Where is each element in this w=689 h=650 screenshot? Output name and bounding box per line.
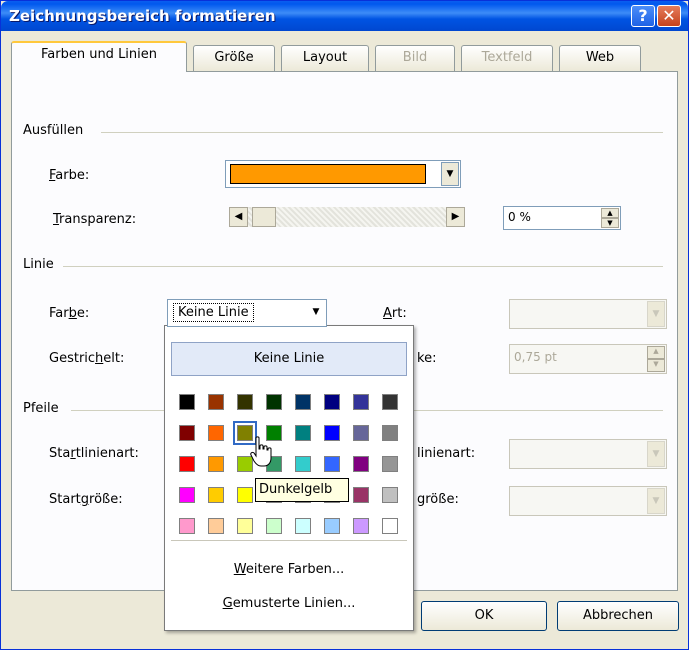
line-weight-label: ke: [417,351,437,366]
color-swatch[interactable] [266,518,282,534]
popup-divider [171,540,407,541]
color-swatch[interactable] [179,394,195,410]
tab-farben-und-linien[interactable]: Farben und Linien [11,41,187,72]
close-button[interactable]: ✕ [657,5,681,27]
line-style-select[interactable]: ▼ [509,299,667,329]
tab-groesse[interactable]: Größe [193,45,275,71]
line-style-label: Art: [383,306,407,321]
dialog-title: Zeichnungsbereich formatieren [9,7,276,25]
tab-textfeld[interactable]: Textfeld [461,45,553,71]
color-swatch[interactable] [324,425,340,441]
patterned-lines-item[interactable]: Gemusterte Linien... [165,596,413,611]
tab-layout[interactable]: Layout [281,45,369,71]
chevron-down-icon[interactable]: ▼ [647,488,665,514]
color-swatch[interactable] [179,425,195,441]
ok-button[interactable]: OK [421,601,547,631]
end-size-select[interactable]: ▼ [509,486,667,516]
line-color-label: Farbe: [49,306,90,321]
end-size-label: größe: [417,492,459,507]
line-weight-spin[interactable]: 0,75 pt ▲ ▼ [509,344,667,374]
no-line-button[interactable]: Keine Linie [171,342,407,376]
color-swatch[interactable] [382,518,398,534]
line-color-value: Keine Linie [173,303,254,322]
start-type-label: Startlinienart: [49,446,139,461]
color-swatch[interactable] [382,394,398,410]
fill-color-swatch [230,164,426,184]
chevron-down-icon[interactable]: ▼ [647,441,665,467]
color-swatch[interactable] [237,487,253,503]
color-swatch[interactable] [353,487,369,503]
color-swatch[interactable] [353,518,369,534]
chevron-down-icon[interactable]: ▼ [307,301,325,325]
color-swatch[interactable] [353,425,369,441]
transparency-spin[interactable]: 0 % ▲ ▼ [503,206,621,230]
more-colors-item[interactable]: Weitere Farben... [165,562,413,577]
cancel-button[interactable]: Abbrechen [557,601,679,631]
spin-buttons[interactable]: ▲ ▼ [647,346,665,372]
color-swatch[interactable] [208,456,224,472]
color-swatch[interactable] [353,394,369,410]
format-dialog: Zeichnungsbereich formatieren ? ✕ Farben… [0,0,689,650]
color-swatch[interactable] [324,456,340,472]
help-button[interactable]: ? [631,5,655,27]
slider-track[interactable] [248,207,446,227]
chevron-down-icon[interactable]: ▼ [441,162,459,186]
color-swatch[interactable] [353,456,369,472]
color-swatch[interactable] [179,487,195,503]
color-swatch[interactable] [295,518,311,534]
color-tooltip: Dunkelgelb [255,478,349,502]
spin-down-icon[interactable]: ▼ [601,218,619,228]
end-type-select[interactable]: ▼ [509,439,667,469]
spin-down-icon[interactable]: ▼ [647,359,665,372]
fill-section-label: Ausfüllen [23,123,84,138]
color-swatch[interactable] [237,518,253,534]
line-weight-value[interactable]: 0,75 pt [514,350,557,364]
color-swatch[interactable] [266,394,282,410]
tab-bild[interactable]: Bild [375,45,455,71]
transparency-value[interactable]: 0 % [508,210,531,224]
color-swatch[interactable] [237,394,253,410]
spin-buttons[interactable]: ▲ ▼ [601,208,619,228]
slider-thumb[interactable] [252,207,276,227]
transparency-label: Transparenz: [53,212,137,227]
color-swatch[interactable] [382,456,398,472]
color-swatch[interactable] [295,456,311,472]
spin-up-icon[interactable]: ▲ [647,346,665,359]
color-swatch[interactable] [382,487,398,503]
color-swatch[interactable] [208,425,224,441]
tab-web[interactable]: Web [559,45,641,71]
chevron-down-icon[interactable]: ▼ [647,301,665,327]
fill-color-label: Farbe: [49,168,90,183]
color-swatch[interactable] [208,487,224,503]
color-swatch[interactable] [324,394,340,410]
title-bar[interactable]: Zeichnungsbereich formatieren ? ✕ [1,1,688,31]
color-swatch[interactable] [295,394,311,410]
color-swatch[interactable] [295,425,311,441]
transparency-slider[interactable]: ◀ ▶ [229,207,465,227]
arrows-section-label: Pfeile [23,401,59,416]
color-swatch[interactable] [324,518,340,534]
fill-color-select[interactable]: ▼ [225,160,461,188]
color-swatch[interactable] [208,394,224,410]
slider-left-icon[interactable]: ◀ [229,207,248,227]
color-swatch[interactable] [179,518,195,534]
line-divider [63,266,663,267]
color-swatch[interactable] [208,518,224,534]
color-swatch[interactable] [179,456,195,472]
start-size-label: Startgröße: [49,492,123,507]
hand-cursor-icon [250,436,272,467]
fill-divider [101,132,663,133]
dashed-label: Gestrichelt: [49,351,125,366]
slider-right-icon[interactable]: ▶ [446,207,465,227]
spin-up-icon[interactable]: ▲ [601,208,619,218]
line-section-label: Linie [23,257,54,272]
color-swatch[interactable] [382,425,398,441]
end-type-label: linienart: [417,446,476,461]
line-color-select[interactable]: Keine Linie ▼ [167,299,327,327]
